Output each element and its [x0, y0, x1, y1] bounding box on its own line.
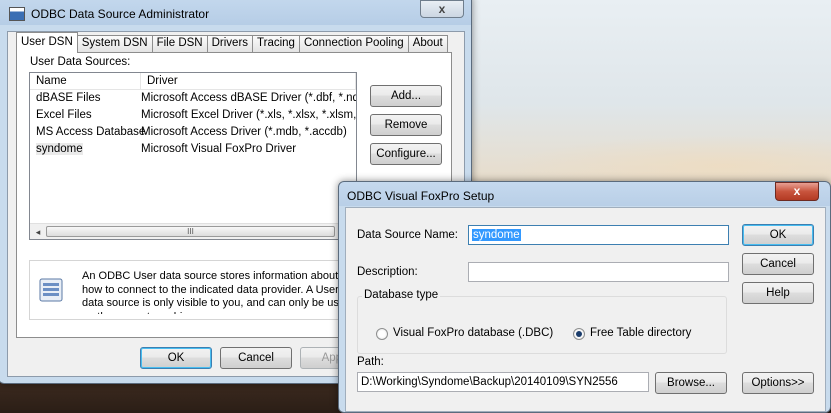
data-sources-list[interactable]: Name Driver dBASE Files Microsoft Access… — [29, 72, 357, 240]
dialog-cancel-button[interactable]: Cancel — [742, 253, 814, 275]
odbc-app-icon — [9, 7, 25, 21]
list-item-selected[interactable]: syndome Microsoft Visual FoxPro Driver — [30, 141, 356, 158]
list-item-name: Excel Files — [36, 109, 92, 121]
tab-drivers[interactable]: Drivers — [206, 35, 254, 53]
scroll-left-arrow-icon[interactable]: ◂ — [32, 226, 44, 238]
browse-button[interactable]: Browse... — [655, 372, 727, 394]
list-item[interactable]: dBASE Files Microsoft Access dBASE Drive… — [30, 90, 356, 107]
list-item-name: syndome — [30, 141, 141, 158]
data-source-name-value: syndome — [472, 229, 521, 241]
list-item-driver: Microsoft Excel Driver (*.xls, *.xlsx, *… — [141, 109, 356, 121]
database-type-group: Visual FoxPro database (.DBC) Free Table… — [357, 296, 727, 354]
description-label: Description: — [357, 266, 418, 278]
list-header: Name Driver — [30, 73, 356, 90]
data-source-name-field[interactable]: syndome — [468, 225, 729, 245]
scrollbar-thumb[interactable]: III — [46, 226, 335, 237]
info-box: An ODBC User data source stores informat… — [29, 260, 359, 320]
window-title: ODBC Data Source Administrator — [31, 7, 210, 21]
list-item-driver: Microsoft Access dBASE Driver (*.dbf, *.… — [141, 92, 356, 104]
remove-button[interactable]: Remove — [370, 114, 442, 136]
dialog-ok-button[interactable]: OK — [742, 224, 814, 246]
user-data-sources-label: User Data Sources: — [30, 56, 131, 68]
cancel-button[interactable]: Cancel — [220, 347, 292, 369]
add-button[interactable]: Add... — [370, 85, 442, 107]
column-header-name[interactable]: Name — [30, 73, 141, 89]
data-source-name-label: Data Source Name: — [357, 229, 458, 241]
path-field[interactable]: D:\Working\Syndome\Backup\20140109\SYN25… — [357, 372, 649, 392]
database-info-icon — [39, 278, 63, 302]
ok-button[interactable]: OK — [140, 347, 212, 369]
list-item-name: MS Access Database — [36, 126, 146, 138]
list-item-driver: Microsoft Access Driver (*.mdb, *.accdb) — [141, 126, 347, 138]
description-field[interactable] — [468, 262, 729, 282]
list-item-name: dBASE Files — [36, 92, 101, 104]
dialog-client-area: Data Source Name: syndome Description: D… — [345, 207, 826, 412]
options-button[interactable]: Options>> — [742, 372, 814, 394]
list-item-driver: Microsoft Visual FoxPro Driver — [141, 143, 297, 155]
path-label: Path: — [357, 356, 384, 368]
horizontal-scrollbar[interactable]: ◂ III — [30, 223, 356, 239]
list-item[interactable]: Excel Files Microsoft Excel Driver (*.xl… — [30, 107, 356, 124]
radio-dbc-label[interactable]: Visual FoxPro database (.DBC) — [393, 327, 553, 339]
radio-dbc[interactable] — [376, 328, 388, 340]
close-button[interactable]: x — [420, 0, 464, 18]
tab-tracing[interactable]: Tracing — [252, 35, 300, 53]
title-bar[interactable]: ODBC Data Source Administrator x — [0, 0, 471, 25]
dialog-title: ODBC Visual FoxPro Setup — [347, 189, 495, 203]
configure-button[interactable]: Configure... — [370, 143, 442, 165]
tab-connection-pooling[interactable]: Connection Pooling — [298, 35, 409, 53]
radio-free-table[interactable] — [573, 328, 585, 340]
radio-free-table-label[interactable]: Free Table directory — [590, 327, 691, 339]
tab-file-dsn[interactable]: File DSN — [151, 35, 208, 53]
tab-system-dsn[interactable]: System DSN — [76, 35, 153, 53]
tab-strip: User DSN System DSN File DSN Drivers Tra… — [16, 32, 448, 53]
selected-name-text: syndome — [36, 143, 83, 155]
dialog-close-button[interactable]: x — [775, 182, 819, 201]
info-text: An ODBC User data source stores informat… — [82, 270, 351, 314]
list-item[interactable]: MS Access Database Microsoft Access Driv… — [30, 124, 356, 141]
database-type-label: Database type — [362, 289, 441, 301]
column-header-driver[interactable]: Driver — [141, 73, 356, 89]
dialog-help-button[interactable]: Help — [742, 282, 814, 304]
foxpro-setup-dialog: ODBC Visual FoxPro Setup x Data Source N… — [338, 181, 831, 413]
tab-user-dsn[interactable]: User DSN — [16, 32, 78, 53]
tab-about[interactable]: About — [407, 35, 448, 53]
